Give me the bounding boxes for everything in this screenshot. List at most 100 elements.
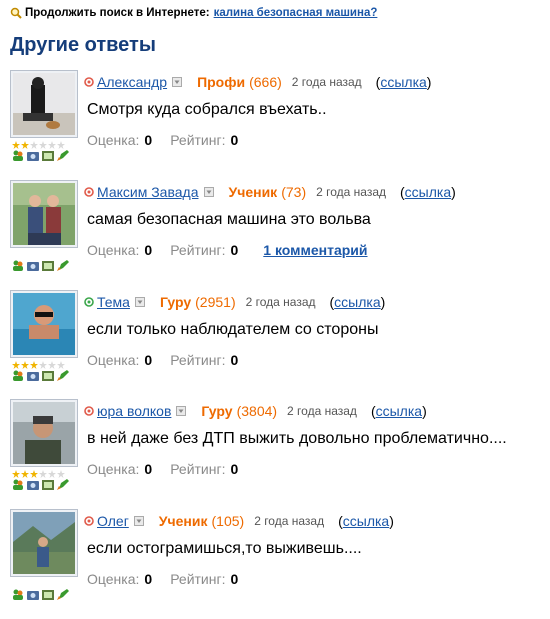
- answer-text: Смотря куда собрался въехать..: [87, 101, 327, 118]
- permalink-wrap: (ссылка): [400, 184, 456, 200]
- user-badges: [12, 370, 69, 381]
- score-label: Оценка:: [87, 461, 140, 477]
- user-menu-icon[interactable]: [176, 406, 187, 416]
- star-icon: [39, 470, 47, 478]
- answer-stats: Оценка: 0 Рейтинг: 0 1 комментарий: [87, 242, 368, 258]
- rating-label: Рейтинг:: [170, 461, 226, 477]
- score-label: Оценка:: [87, 132, 140, 148]
- video-icon[interactable]: [42, 260, 54, 271]
- score-value: 0: [144, 242, 153, 258]
- answer-text: если только наблюдателем со стороны: [87, 321, 379, 338]
- rating-value: 0: [230, 571, 239, 587]
- user-rank: Гуру: [159, 294, 192, 310]
- answer-meta: Максим Завада Ученик (73) 2 года назад (…: [84, 183, 456, 201]
- user-stars: [12, 361, 65, 369]
- answer-item: Максим Завада Ученик (73) 2 года назад (…: [10, 180, 550, 290]
- permalink-wrap: (ссылка): [375, 74, 432, 90]
- star-icon: [30, 361, 38, 369]
- user-status-icon: [84, 77, 94, 87]
- answer-item: Олег Ученик (105) 2 года назад (ссылка) …: [10, 509, 550, 619]
- star-icon: [48, 470, 56, 478]
- permalink[interactable]: ссылка: [334, 294, 380, 310]
- photo-icon[interactable]: [27, 589, 39, 600]
- answer-text: в ней даже без ДТП выжить довольно пробл…: [87, 430, 507, 447]
- permalink[interactable]: ссылка: [343, 513, 389, 529]
- user-menu-icon[interactable]: [172, 77, 183, 87]
- permalink[interactable]: ссылка: [376, 403, 422, 419]
- blog-icon[interactable]: [57, 589, 69, 600]
- blog-icon[interactable]: [57, 370, 69, 381]
- score-label: Оценка:: [87, 571, 140, 587]
- star-icon: [12, 141, 20, 149]
- video-icon[interactable]: [42, 150, 54, 161]
- rating-label: Рейтинг:: [170, 242, 226, 258]
- permalink-wrap: (ссылка): [370, 403, 427, 419]
- answer-time: 2 года назад: [254, 514, 325, 528]
- star-icon: [30, 141, 38, 149]
- blog-icon[interactable]: [57, 150, 69, 161]
- answer-text: самая безопасная машина это вольва: [87, 211, 371, 228]
- answer-meta: юра волков Гуру (3804) 2 года назад (ссы…: [84, 402, 427, 420]
- avatar-photo: [13, 293, 75, 355]
- friends-icon[interactable]: [12, 479, 24, 490]
- video-icon[interactable]: [42, 370, 54, 381]
- star-icon: [57, 141, 65, 149]
- photo-icon[interactable]: [27, 479, 39, 490]
- star-icon: [39, 361, 47, 369]
- avatar-photo: [13, 73, 75, 135]
- user-points: (73): [281, 184, 307, 200]
- answer-time: 2 года назад: [316, 185, 386, 199]
- photo-icon[interactable]: [27, 260, 39, 271]
- user-stars: [12, 141, 65, 149]
- user-menu-icon[interactable]: [134, 297, 145, 307]
- user-menu-icon[interactable]: [203, 187, 214, 197]
- photo-icon[interactable]: [27, 150, 39, 161]
- score-label: Оценка:: [87, 242, 140, 258]
- rating-value: 0: [230, 461, 239, 477]
- rating-value: 0: [230, 352, 239, 368]
- answer-stats: Оценка: 0 Рейтинг: 0: [87, 461, 238, 477]
- star-icon: [57, 470, 65, 478]
- comments-link[interactable]: 1 комментарий: [263, 242, 367, 258]
- username-link[interactable]: Олег: [97, 513, 129, 529]
- user-points: (666): [249, 74, 282, 90]
- user-points: (3804): [236, 403, 278, 419]
- avatar[interactable]: [10, 509, 78, 577]
- avatar[interactable]: [10, 399, 78, 467]
- username-link[interactable]: юра волков: [97, 403, 171, 419]
- user-badges: [12, 150, 69, 161]
- avatar[interactable]: [10, 70, 78, 138]
- star-icon: [12, 361, 20, 369]
- user-status-icon: [84, 187, 94, 197]
- search-query-link[interactable]: калина безопасная машина?: [214, 7, 378, 19]
- answer-item: Александр Профи (666) 2 года назад (ссыл…: [10, 70, 550, 180]
- blog-icon[interactable]: [57, 479, 69, 490]
- permalink[interactable]: ссылка: [380, 74, 426, 90]
- avatar-photo: [13, 183, 75, 245]
- username-link[interactable]: Александр: [97, 74, 167, 90]
- answer-time: 2 года назад: [291, 75, 362, 89]
- star-icon: [57, 361, 65, 369]
- answer-stats: Оценка: 0 Рейтинг: 0: [87, 352, 238, 368]
- avatar[interactable]: [10, 290, 78, 358]
- friends-icon[interactable]: [12, 589, 24, 600]
- star-icon: [21, 470, 29, 478]
- permalink[interactable]: ссылка: [405, 184, 451, 200]
- photo-icon[interactable]: [27, 370, 39, 381]
- friends-icon[interactable]: [12, 370, 24, 381]
- search-prompt-label: Продолжить поиск в Интернете:: [25, 7, 210, 19]
- username-link[interactable]: Максим Завада: [97, 184, 199, 200]
- answer-item: Тема Гуру (2951) 2 года назад (ссылка) е…: [10, 290, 550, 400]
- friends-icon[interactable]: [12, 150, 24, 161]
- user-stars: [12, 470, 65, 478]
- rating-value: 0: [230, 242, 239, 258]
- avatar-photo: [13, 402, 75, 464]
- user-menu-icon[interactable]: [133, 516, 144, 526]
- video-icon[interactable]: [42, 479, 54, 490]
- friends-icon[interactable]: [12, 260, 24, 271]
- username-link[interactable]: Тема: [97, 294, 130, 310]
- star-icon: [30, 470, 38, 478]
- video-icon[interactable]: [42, 589, 54, 600]
- blog-icon[interactable]: [57, 260, 69, 271]
- avatar[interactable]: [10, 180, 78, 248]
